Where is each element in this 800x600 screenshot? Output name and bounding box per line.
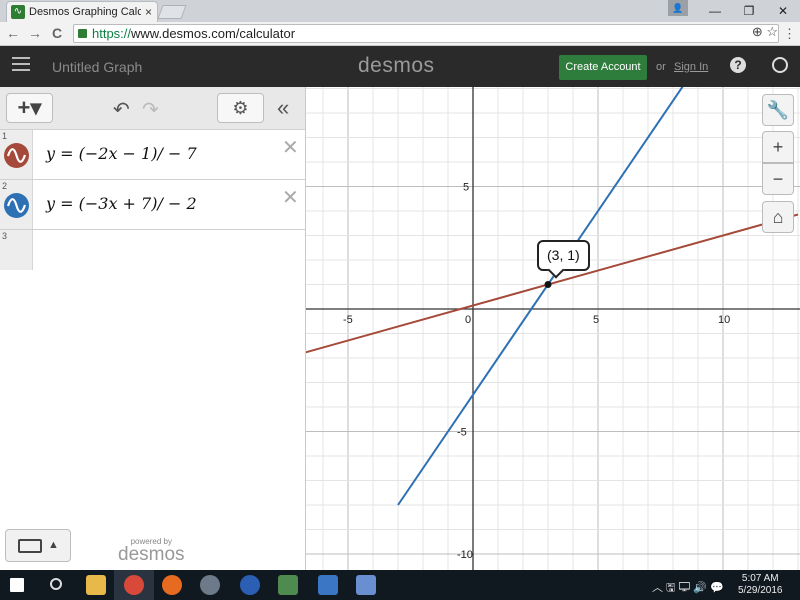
back-button[interactable]: ← (6, 25, 20, 41)
clock[interactable]: 5:07 AM 5/29/2016 (738, 573, 783, 597)
undo-icon[interactable]: ↶ (113, 97, 130, 122)
zoom-in-button[interactable]: + (762, 131, 794, 163)
default-viewport-home-icon[interactable]: ⌂ (762, 201, 794, 233)
desmos-favicon-icon: ∿ (11, 5, 25, 19)
expression-panel: +▾ ↶ ↷ ⚙ « 1 y = (−2x − 1)/ − 7 ✕ 2 y = … (0, 87, 306, 570)
desmos-header: Untitled Graph desmos Create Account or … (0, 46, 800, 87)
file-explorer-icon[interactable] (86, 575, 106, 595)
y-tick-label: -5 (457, 427, 467, 439)
clock-time: 5:07 AM (741, 573, 779, 584)
create-account-button[interactable]: Create Account (559, 55, 647, 80)
minimize-button[interactable]: — (698, 0, 732, 22)
browser-menu-icon[interactable]: ⋮ (783, 26, 796, 42)
app-icon[interactable] (200, 575, 220, 595)
expression-row[interactable]: 2 y = (−3x + 7)/ − 2 ✕ (0, 180, 305, 230)
system-tray-icons[interactable]: ︿ 🖫 🖵 🔊 💬 (652, 579, 724, 598)
app-icon[interactable] (240, 575, 260, 595)
clock-date: 5/29/2016 (738, 585, 783, 596)
collapse-panel-icon[interactable]: « (277, 95, 289, 121)
powered-by-logo: desmos (118, 544, 185, 565)
powered-by-desmos: powered by desmos (118, 537, 185, 565)
new-tab-button[interactable] (157, 5, 187, 19)
intersection-point (544, 281, 552, 288)
zoom-bookmark-icons[interactable]: ⊕ ☆ (752, 24, 778, 40)
expression-gutter: 2 (0, 180, 33, 229)
keyboard-icon (18, 539, 42, 553)
graph-canvas[interactable]: -5 0 5 10 5 -5 -10 (306, 87, 800, 570)
expression-toolbar: +▾ ↶ ↷ ⚙ « (0, 87, 305, 130)
browser-tab[interactable]: ∿ Desmos Graphing Calculator × (6, 1, 158, 22)
keypad-toggle-button[interactable]: ▲ (5, 529, 71, 562)
screen: ∿ Desmos Graphing Calculator × 👤 — ❐ ✕ ←… (0, 0, 800, 600)
search-icon[interactable] (50, 578, 62, 590)
windows-taskbar: ︿ 🖫 🖵 🔊 💬 5:07 AM 5/29/2016 (0, 570, 800, 600)
tab-close-icon[interactable]: × (145, 5, 152, 19)
expression-row[interactable]: 1 y = (−2x − 1)/ − 7 ✕ (0, 130, 305, 180)
graph-settings-wrench-icon[interactable]: 🔧 (762, 94, 794, 126)
x-tick-label: 0 (465, 314, 471, 326)
desmos-logo: desmos (358, 54, 435, 77)
add-item-button[interactable]: +▾ (6, 93, 53, 123)
browser-toolbar: ← → C https:// www.desmos.com/calculator (0, 22, 800, 46)
x-tick-label: 5 (593, 314, 599, 326)
x-tick-label: -5 (343, 314, 353, 326)
window-controls: — ❐ ✕ (698, 0, 800, 22)
chrome-icon[interactable] (124, 575, 144, 595)
or-text: or (656, 61, 666, 73)
forward-button[interactable]: → (28, 25, 42, 41)
reload-button[interactable]: C (52, 25, 62, 41)
caret-up-icon: ▲ (48, 539, 59, 551)
language-globe-icon[interactable] (772, 57, 788, 73)
x-tick-label: 10 (718, 314, 730, 326)
tab-title: Desmos Graphing Calculator (29, 6, 141, 18)
app-icon[interactable] (356, 575, 376, 595)
empty-expression-row[interactable]: 3 (0, 230, 305, 270)
expression-gutter: 3 (0, 230, 33, 270)
expression-math[interactable]: y = (−3x + 7)/ − 2 (46, 194, 197, 213)
app-icon[interactable] (278, 575, 298, 595)
zoom-out-button[interactable]: − (762, 163, 794, 195)
expression-index: 3 (2, 231, 8, 241)
y-tick-label: -10 (457, 549, 473, 561)
delete-expression-icon[interactable]: ✕ (282, 185, 299, 210)
expression-gutter: 1 (0, 130, 33, 179)
expression-index: 2 (2, 181, 8, 191)
app-icon[interactable] (318, 575, 338, 595)
expression-index: 1 (2, 131, 8, 141)
windows-start-icon[interactable] (10, 578, 24, 592)
graph-paper[interactable]: -5 0 5 10 5 -5 -10 🔧 + − ⌂ (3, 1) (306, 87, 800, 570)
url-host-path: www.desmos.com/calculator (131, 26, 296, 41)
restore-button[interactable]: ❐ (732, 0, 766, 22)
graph-title[interactable]: Untitled Graph (52, 59, 142, 75)
url-scheme: https:// (92, 26, 132, 41)
lock-icon (78, 29, 87, 38)
intersection-label[interactable]: (3, 1) (537, 240, 590, 271)
sign-in-link[interactable]: Sign In (674, 61, 708, 73)
help-icon[interactable]: ? (730, 57, 746, 73)
graph-visibility-icon[interactable] (4, 143, 29, 168)
settings-button[interactable]: ⚙ (217, 93, 264, 123)
graph-visibility-icon[interactable] (4, 193, 29, 218)
address-bar[interactable]: https:// www.desmos.com/calculator (73, 24, 779, 43)
y-tick-label: 5 (463, 182, 469, 194)
user-profile-icon[interactable]: 👤 (668, 0, 688, 16)
delete-expression-icon[interactable]: ✕ (282, 135, 299, 160)
close-window-button[interactable]: ✕ (766, 0, 800, 22)
expression-math[interactable]: y = (−2x − 1)/ − 7 (46, 144, 197, 163)
browser-tab-strip: ∿ Desmos Graphing Calculator × 👤 — ❐ ✕ (0, 0, 800, 22)
firefox-icon[interactable] (162, 575, 182, 595)
menu-icon[interactable] (12, 57, 30, 73)
redo-icon[interactable]: ↷ (142, 97, 159, 122)
